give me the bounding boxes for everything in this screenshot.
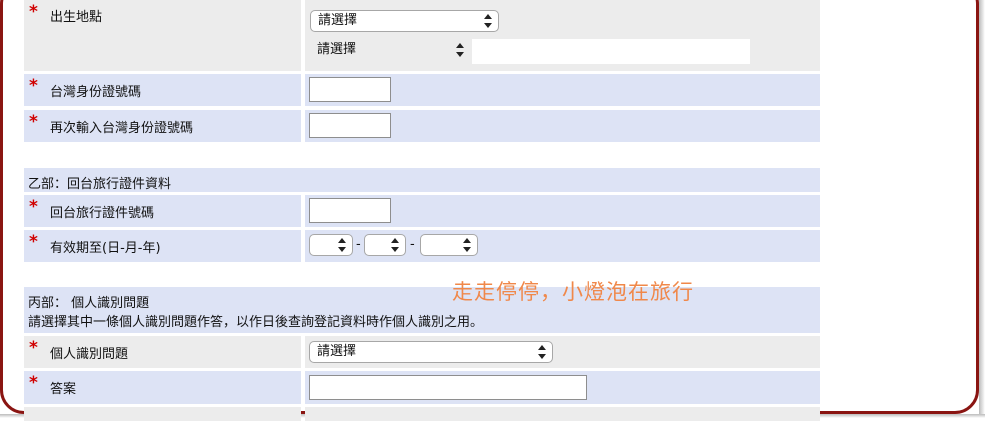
security-question-label: 個人識別問題 xyxy=(50,347,129,362)
part-c-header: 丙部： 個人識別問題 請選擇其中一條個人識別問題作答，以作日後查詢登記資料時作個… xyxy=(24,287,820,333)
select-arrows-icon xyxy=(538,345,546,359)
required-marker: * xyxy=(29,232,38,252)
birthplace-region-select[interactable]: 請選擇 xyxy=(310,40,470,62)
date-separator: - xyxy=(410,237,415,252)
frame-shadow-right xyxy=(979,0,985,418)
watermark-text: 走走停停，小燈泡在旅行 xyxy=(452,280,694,304)
expiry-date-value-cell: - - xyxy=(305,230,820,262)
birthplace-country-select-value: 請選擇 xyxy=(318,13,358,28)
expiry-date-label-cell: * 有效期至(日-月-年) xyxy=(24,230,301,262)
select-arrows-icon xyxy=(391,238,399,252)
expiry-date-label: 有效期至(日-月-年) xyxy=(50,241,161,256)
security-question-value-cell: 請選擇 xyxy=(305,336,820,368)
expiry-year-select[interactable] xyxy=(420,234,478,256)
taiwan-id-confirm-label: 再次輸入台灣身份證號碼 xyxy=(50,121,194,136)
birthplace-detail-input[interactable] xyxy=(472,39,750,64)
taiwan-id-row: * 台灣身份證號碼 xyxy=(24,74,820,106)
required-marker: * xyxy=(29,338,38,358)
answer-label-cell: * 答案 xyxy=(24,371,301,404)
security-question-select-value: 請選擇 xyxy=(317,344,357,359)
next-row-value-cell xyxy=(305,407,820,421)
security-question-select[interactable]: 請選擇 xyxy=(309,341,553,363)
birthplace-country-select[interactable]: 請選擇 xyxy=(310,10,499,32)
taiwan-id-input[interactable] xyxy=(309,77,391,102)
taiwan-id-label-cell: * 台灣身份證號碼 xyxy=(24,74,301,106)
travel-doc-number-label-cell: * 回台旅行證件號碼 xyxy=(24,195,301,227)
travel-doc-number-label: 回台旅行證件號碼 xyxy=(50,206,155,221)
part-b-header: 乙部：回台旅行證件資料 xyxy=(24,168,820,192)
travel-doc-number-input[interactable] xyxy=(309,198,391,223)
required-marker: * xyxy=(29,197,38,217)
security-question-row: * 個人識別問題 請選擇 xyxy=(24,336,820,368)
select-arrows-icon xyxy=(456,43,464,57)
required-marker: * xyxy=(29,2,38,22)
next-row-label-cell xyxy=(24,407,301,421)
part-c-description: 請選擇其中一條個人識別問題作答，以作日後查詢登記資料時作個人識別之用。 xyxy=(28,315,484,330)
travel-doc-number-row: * 回台旅行證件號碼 xyxy=(24,195,820,227)
birthplace-region-select-value: 請選擇 xyxy=(317,42,357,57)
taiwan-id-label: 台灣身份證號碼 xyxy=(50,85,142,100)
birthplace-label-cell: * 出生地點 xyxy=(24,0,301,71)
security-question-label-cell: * 個人識別問題 xyxy=(24,336,301,368)
birthplace-label: 出生地點 xyxy=(50,10,103,25)
required-marker: * xyxy=(29,112,38,132)
travel-doc-number-value-cell xyxy=(305,195,820,227)
required-marker: * xyxy=(29,373,38,393)
date-separator: - xyxy=(356,237,361,252)
part-c-title: 丙部： 個人識別問題 xyxy=(28,296,150,311)
birthplace-value-cell: 請選擇 請選擇 xyxy=(305,0,820,71)
required-marker: * xyxy=(29,76,38,96)
taiwan-id-confirm-value-cell xyxy=(305,110,820,142)
part-b-title: 乙部：回台旅行證件資料 xyxy=(28,177,172,192)
answer-label: 答案 xyxy=(50,382,77,397)
taiwan-id-confirm-label-cell: * 再次輸入台灣身份證號碼 xyxy=(24,110,301,142)
select-arrows-icon xyxy=(338,238,346,252)
answer-input[interactable] xyxy=(309,375,587,400)
answer-value-cell xyxy=(305,371,820,404)
taiwan-id-confirm-row: * 再次輸入台灣身份證號碼 xyxy=(24,110,820,142)
expiry-date-row: * 有效期至(日-月-年) - - xyxy=(24,230,820,262)
taiwan-id-value-cell xyxy=(305,74,820,106)
expiry-day-select[interactable] xyxy=(309,234,353,256)
next-row-partial xyxy=(24,407,820,421)
select-arrows-icon xyxy=(463,238,471,252)
birthplace-row: * 出生地點 請選擇 請選擇 xyxy=(24,0,820,71)
taiwan-id-confirm-input[interactable] xyxy=(309,113,391,138)
select-arrows-icon xyxy=(484,14,492,28)
answer-row: * 答案 xyxy=(24,371,820,404)
expiry-month-select[interactable] xyxy=(364,234,406,256)
